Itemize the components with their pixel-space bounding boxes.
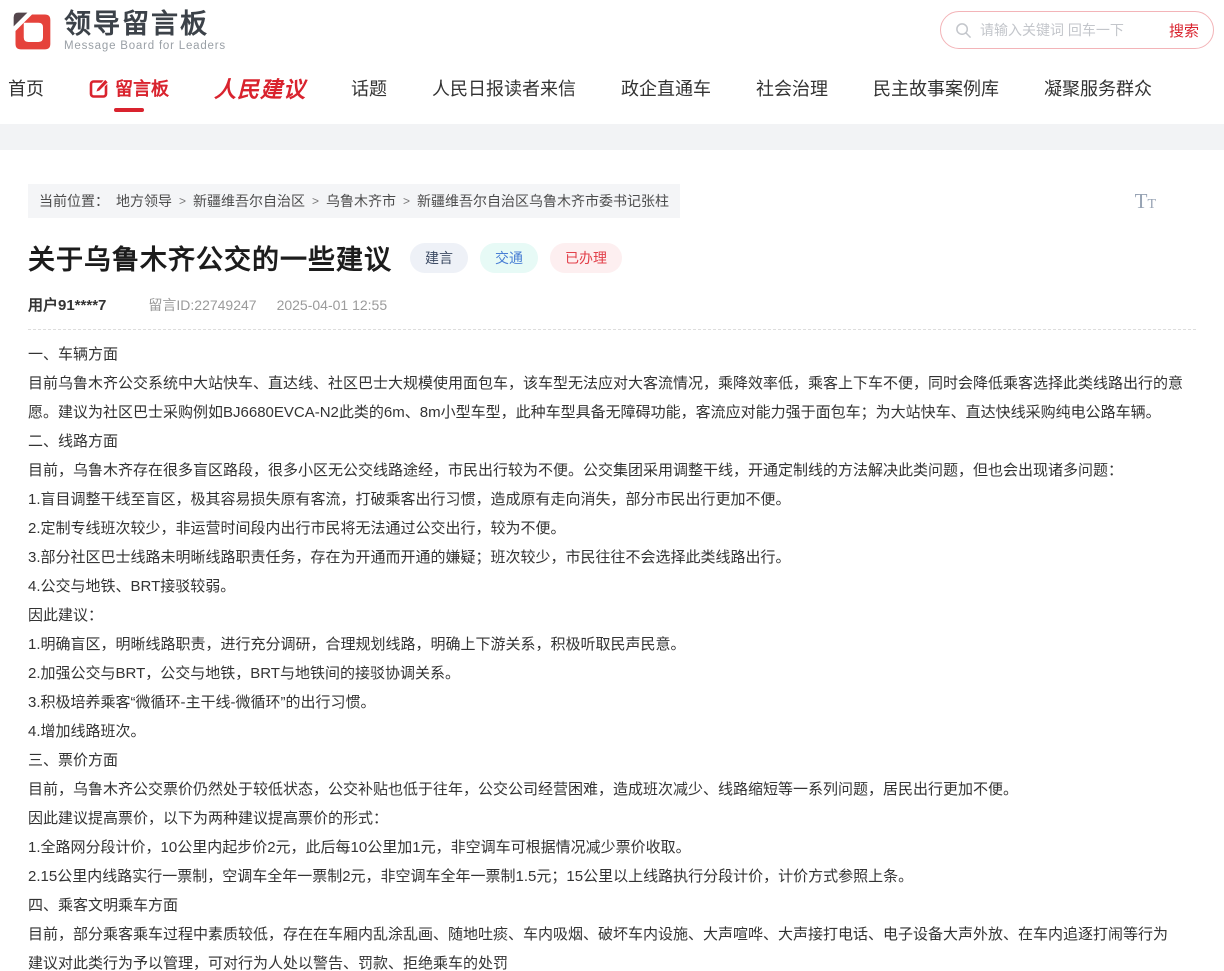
main-nav: 首页 留言板 人民建议 话题 人民日报读者来信 政企直通车 社会治理 民主故事案… bbox=[0, 62, 1224, 114]
breadcrumb-item-urumqi[interactable]: 乌鲁木齐市 bbox=[326, 191, 396, 211]
body-paragraph: 4.增加线路班次。 bbox=[28, 717, 1196, 746]
message-board-logo-icon bbox=[10, 9, 54, 53]
nav-item-reader-letters[interactable]: 人民日报读者来信 bbox=[432, 75, 576, 101]
body-paragraph: 目前，乌鲁木齐存在很多盲区路段，很多小区无公交线路途经，市民出行较为不便。公交集… bbox=[28, 456, 1196, 485]
nav-item-democracy-cases[interactable]: 民主故事案例库 bbox=[873, 75, 999, 101]
tag-suggestion: 建言 bbox=[410, 243, 468, 273]
post-meta: 用户91****7 留言ID:22749247 2025-04-01 12:55 bbox=[28, 294, 1196, 315]
tag-transport: 交通 bbox=[480, 243, 538, 273]
body-paragraph: 四、乘客文明乘车方面 bbox=[28, 891, 1196, 920]
body-paragraph: 三、票价方面 bbox=[28, 746, 1196, 775]
body-paragraph: 因此建议： bbox=[28, 601, 1196, 630]
pencil-square-icon bbox=[89, 78, 110, 99]
body-paragraph: 1.明确盲区，明晰线路职责，进行充分调研，合理规划线路，明确上下游关系，积极听取… bbox=[28, 630, 1196, 659]
nav-item-topics[interactable]: 话题 bbox=[351, 75, 387, 101]
body-paragraph: 因此建议提高票价，以下为两种建议提高票价的形式： bbox=[28, 804, 1196, 833]
breadcrumb-separator: > bbox=[312, 194, 319, 208]
site-logo-text: 领导留言板 Message Board for Leaders bbox=[64, 10, 226, 53]
body-paragraph: 3.部分社区巴士线路未明晰线路职责任务，存在为开通而开通的嫌疑；班次较少，市民往… bbox=[28, 543, 1196, 572]
nav-item-message-board[interactable]: 留言板 bbox=[89, 75, 169, 101]
breadcrumb-row: 当前位置： 地方领导 > 新疆维吾尔自治区 > 乌鲁木齐市 > 新疆维吾尔自治区… bbox=[28, 184, 1196, 218]
breadcrumb-item-secretary[interactable]: 新疆维吾尔自治区乌鲁木齐市委书记张柱 bbox=[417, 191, 669, 211]
body-paragraph: 2.加强公交与BRT，公交与地铁，BRT与地铁间的接驳协调关系。 bbox=[28, 659, 1196, 688]
content-area: 当前位置： 地方领导 > 新疆维吾尔自治区 > 乌鲁木齐市 > 新疆维吾尔自治区… bbox=[0, 184, 1224, 971]
nav-item-label: 社会治理 bbox=[756, 75, 828, 101]
nav-item-label: 民主故事案例库 bbox=[873, 75, 999, 101]
font-size-small-icon: T bbox=[1147, 197, 1156, 213]
body-paragraph: 建议对此类行为予以管理，可对行为人处以警告、罚款、拒绝乘车的处罚 bbox=[28, 949, 1196, 971]
divider-band bbox=[0, 124, 1224, 150]
post-body: 一、车辆方面 目前乌鲁木齐公交系统中大站快车、直达线、社区巴士大规模使用面包车，… bbox=[28, 330, 1196, 971]
nav-item-gov-enterprise[interactable]: 政企直通车 bbox=[621, 75, 711, 101]
font-size-toggle[interactable]: T T bbox=[1135, 189, 1156, 214]
body-paragraph: 1.全路网分段计价，10公里内起步价2元，此后每10公里加1元，非空调车可根据情… bbox=[28, 833, 1196, 862]
body-paragraph: 目前，部分乘客乘车过程中素质较低，存在在车厢内乱涂乱画、随地吐痰、车内吸烟、破坏… bbox=[28, 920, 1196, 949]
body-paragraph: 3.积极培养乘客“微循环-主干线-微循环”的出行习惯。 bbox=[28, 688, 1196, 717]
nav-item-serve-masses[interactable]: 凝聚服务群众 bbox=[1044, 75, 1152, 101]
message-id: 留言ID:22749247 bbox=[148, 295, 256, 315]
tag-status-handled: 已办理 bbox=[550, 243, 622, 273]
nav-item-label: 首页 bbox=[8, 75, 44, 101]
nav-item-label: 留言板 bbox=[115, 75, 169, 101]
body-paragraph: 4.公交与地铁、BRT接驳较弱。 bbox=[28, 572, 1196, 601]
site-title: 领导留言板 bbox=[64, 10, 226, 40]
font-size-large-icon: T bbox=[1135, 189, 1148, 214]
breadcrumb-prefix: 当前位置： bbox=[39, 191, 109, 211]
nav-item-home[interactable]: 首页 bbox=[8, 75, 44, 101]
author-name: 用户91****7 bbox=[28, 294, 106, 315]
breadcrumb: 当前位置： 地方领导 > 新疆维吾尔自治区 > 乌鲁木齐市 > 新疆维吾尔自治区… bbox=[28, 184, 680, 218]
nav-item-label: 政企直通车 bbox=[621, 75, 711, 101]
page-header: 领导留言板 Message Board for Leaders 搜索 bbox=[0, 0, 1224, 62]
body-paragraph: 目前，乌鲁木齐公交票价仍然处于较低状态，公交补贴也低于往年，公交公司经营困难，造… bbox=[28, 775, 1196, 804]
search-box: 搜索 bbox=[940, 11, 1214, 49]
body-paragraph: 目前乌鲁木齐公交系统中大站快车、直达线、社区巴士大规模使用面包车，该车型无法应对… bbox=[28, 369, 1196, 427]
nav-item-social-governance[interactable]: 社会治理 bbox=[756, 75, 828, 101]
body-paragraph: 1.盲目调整干线至盲区，极其容易损失原有客流，打破乘客出行习惯，造成原有走向消失… bbox=[28, 485, 1196, 514]
people-suggestion-logo: 人民建议 bbox=[214, 72, 306, 104]
breadcrumb-item-xinjiang[interactable]: 新疆维吾尔自治区 bbox=[193, 191, 305, 211]
tag-list: 建言 交通 已办理 bbox=[410, 243, 622, 273]
nav-item-people-suggestion[interactable]: 人民建议 bbox=[214, 72, 306, 104]
site-subtitle: Message Board for Leaders bbox=[64, 40, 226, 52]
breadcrumb-item-local-leaders[interactable]: 地方领导 bbox=[116, 191, 172, 211]
body-paragraph: 2.定制专线班次较少，非运营时间段内出行市民将无法通过公交出行，较为不便。 bbox=[28, 514, 1196, 543]
breadcrumb-separator: > bbox=[179, 194, 186, 208]
active-tab-underline bbox=[114, 108, 144, 112]
body-paragraph: 2.15公里内线路实行一票制，空调车全年一票制2元，非空调车全年一票制1.5元；… bbox=[28, 862, 1196, 891]
post-datetime: 2025-04-01 12:55 bbox=[277, 297, 388, 313]
title-row: 关于乌鲁木齐公交的一些建议 建言 交通 已办理 bbox=[28, 238, 1196, 277]
search-button[interactable]: 搜索 bbox=[1169, 20, 1199, 41]
nav-item-label: 凝聚服务群众 bbox=[1044, 75, 1152, 101]
breadcrumb-separator: > bbox=[403, 194, 410, 208]
search-icon bbox=[955, 22, 972, 39]
body-paragraph: 二、线路方面 bbox=[28, 427, 1196, 456]
nav-item-label: 人民日报读者来信 bbox=[432, 75, 576, 101]
search-input[interactable] bbox=[980, 22, 1169, 38]
nav-item-label: 话题 bbox=[351, 75, 387, 101]
page-title: 关于乌鲁木齐公交的一些建议 bbox=[28, 238, 392, 277]
body-paragraph: 一、车辆方面 bbox=[28, 340, 1196, 369]
